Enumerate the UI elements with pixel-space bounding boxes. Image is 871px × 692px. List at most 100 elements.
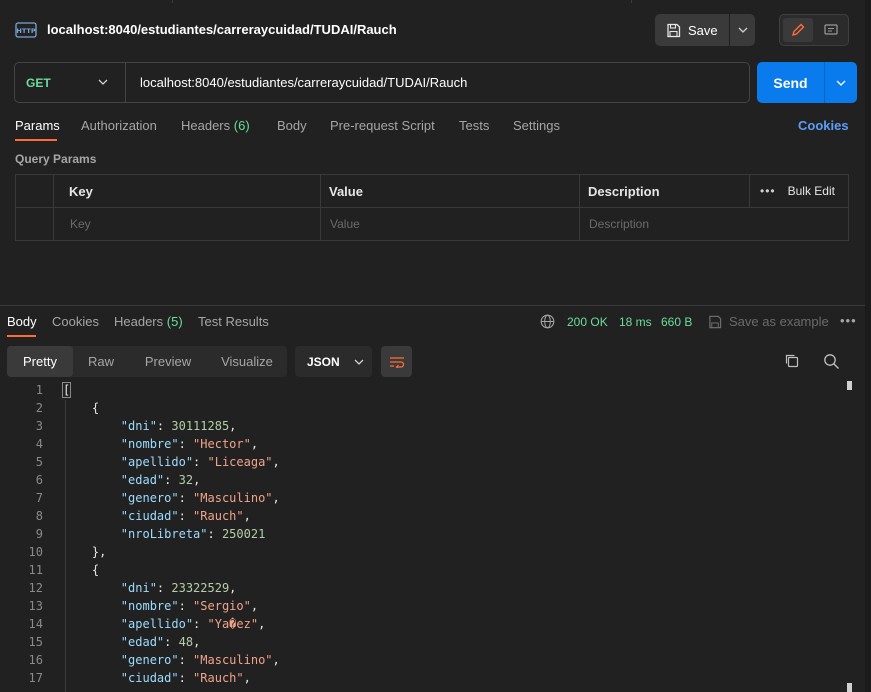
- documentation-mode-button[interactable]: [816, 18, 846, 42]
- active-tab-edge: [172, 0, 632, 3]
- save-options-button[interactable]: [730, 14, 755, 46]
- code-text: "edad": 32,: [120, 473, 201, 487]
- code-text: "genero": "Masculino",: [120, 491, 280, 505]
- response-view-toggle: Pretty Raw Preview Visualize: [7, 346, 287, 377]
- save-button[interactable]: Save: [655, 14, 729, 46]
- response-tab-cookies[interactable]: Cookies: [52, 314, 99, 329]
- code-line: 13 "nombre": "Sergio",: [0, 599, 845, 617]
- copy-icon[interactable]: [784, 353, 800, 369]
- code-line: 7 "genero": "Masculino",: [0, 491, 845, 509]
- tab-prerequest-script[interactable]: Pre-request Script: [330, 118, 435, 133]
- code-text: "genero": "Masculino",: [120, 653, 280, 667]
- code-line: 3 "dni": 30111285,: [0, 419, 845, 437]
- more-horizontal-icon: •••: [760, 184, 776, 198]
- response-size[interactable]: 660 B: [661, 315, 692, 329]
- value-input[interactable]: Value: [330, 217, 360, 231]
- editor-scrollbar-up[interactable]: [847, 381, 852, 390]
- cookies-link[interactable]: Cookies: [798, 118, 849, 133]
- divider: [579, 175, 580, 240]
- status-code[interactable]: 200 OK: [567, 315, 608, 329]
- code-line: 5 "apellido": "Liceaga",: [0, 455, 845, 473]
- line-number: 6: [35, 473, 43, 487]
- wrap-lines-button[interactable]: [381, 346, 412, 377]
- line-number: 11: [28, 563, 43, 577]
- bulk-edit-button[interactable]: ••• Bulk Edit: [760, 184, 835, 198]
- pane-splitter[interactable]: [0, 305, 865, 306]
- search-icon[interactable]: [823, 353, 840, 370]
- view-raw[interactable]: Raw: [77, 346, 125, 377]
- view-visualize[interactable]: Visualize: [211, 346, 283, 377]
- response-time[interactable]: 18 ms: [619, 315, 652, 329]
- key-input[interactable]: Key: [70, 217, 91, 231]
- edit-mode-button[interactable]: [783, 18, 813, 42]
- line-number: 15: [28, 635, 43, 649]
- format-label: JSON: [307, 354, 340, 369]
- query-params-label: Query Params: [15, 152, 97, 166]
- response-headers-count: (5): [166, 314, 183, 329]
- line-number: 17: [28, 671, 43, 685]
- request-title[interactable]: localhost:8040/estudiantes/carreraycuida…: [47, 22, 397, 37]
- code-text: {: [63, 401, 100, 415]
- code-text: "nroLibreta": 250021: [120, 527, 266, 541]
- view-preview[interactable]: Preview: [133, 346, 203, 377]
- code-line: 1[: [0, 382, 845, 401]
- save-icon: [709, 315, 722, 328]
- save-label: Save: [688, 22, 718, 38]
- line-number: 9: [35, 527, 43, 541]
- line-number: 13: [28, 599, 43, 613]
- window-scrollbar[interactable]: [865, 0, 871, 692]
- tab-authorization[interactable]: Authorization: [81, 118, 157, 133]
- url-input[interactable]: localhost:8040/estudiantes/carreraycuida…: [140, 75, 467, 90]
- code-text: "nombre": "Hector",: [120, 437, 259, 451]
- view-pretty[interactable]: Pretty: [7, 346, 73, 377]
- tab-params[interactable]: Params: [15, 118, 60, 133]
- globe-icon[interactable]: [540, 314, 555, 329]
- divider: [320, 175, 321, 240]
- send-button[interactable]: Send: [757, 62, 824, 103]
- column-header-description: Description: [588, 184, 660, 199]
- send-options-button[interactable]: [825, 62, 857, 103]
- code-text: "edad": 48,: [120, 635, 201, 649]
- response-tab-headers[interactable]: Headers (5): [114, 314, 183, 329]
- code-text: "dni": 23322529,: [120, 581, 237, 595]
- code-line: 15 "edad": 48,: [0, 635, 845, 653]
- active-tab-indicator: [15, 139, 57, 141]
- tab-headers[interactable]: Headers (6): [181, 118, 250, 133]
- more-options-icon[interactable]: •••: [840, 313, 857, 328]
- chevron-down-icon: [836, 80, 846, 86]
- send-button-group: Send: [757, 62, 857, 103]
- column-header-value: Value: [329, 184, 363, 199]
- line-number: 4: [35, 437, 43, 451]
- line-number: 7: [35, 491, 43, 505]
- tab-body[interactable]: Body: [277, 118, 307, 133]
- code-line: 4 "nombre": "Hector",: [0, 437, 845, 455]
- save-as-example-button[interactable]: Save as example: [708, 314, 829, 329]
- tab-tests[interactable]: Tests: [459, 118, 489, 133]
- line-number: 2: [35, 401, 43, 415]
- divider: [53, 175, 54, 240]
- line-number: 8: [35, 509, 43, 523]
- code-line: 17 "ciudad": "Rauch",: [0, 671, 845, 689]
- method-select[interactable]: GET: [15, 63, 125, 102]
- description-input[interactable]: Description: [589, 217, 649, 231]
- tab-settings[interactable]: Settings: [513, 118, 560, 133]
- code-line: 11 {: [0, 563, 845, 581]
- code-text: "ciudad": "Rauch",: [120, 509, 251, 523]
- code-text: [: [61, 382, 72, 398]
- code-line: 8 "ciudad": "Rauch",: [0, 509, 845, 527]
- code-text: "apellido": "Liceaga",: [120, 455, 280, 469]
- method-label: GET: [26, 75, 51, 90]
- view-mode-toggle: [779, 14, 849, 46]
- response-tab-test-results[interactable]: Test Results: [198, 314, 269, 329]
- line-number: 3: [35, 419, 43, 433]
- code-line: 2 {: [0, 401, 845, 419]
- line-number: 12: [28, 581, 43, 595]
- format-select[interactable]: JSON: [295, 346, 372, 377]
- editor-scrollbar-down[interactable]: [847, 683, 852, 692]
- code-text: "nombre": "Sergio",: [120, 599, 259, 613]
- code-line: 6 "edad": 32,: [0, 473, 845, 491]
- response-body-editor[interactable]: 1[2 {3 "dni": 30111285, 4 "nombre": "Hect…: [0, 382, 845, 692]
- comment-doc-icon: [824, 23, 838, 35]
- table-row: [16, 208, 848, 241]
- response-tab-body[interactable]: Body: [7, 314, 37, 329]
